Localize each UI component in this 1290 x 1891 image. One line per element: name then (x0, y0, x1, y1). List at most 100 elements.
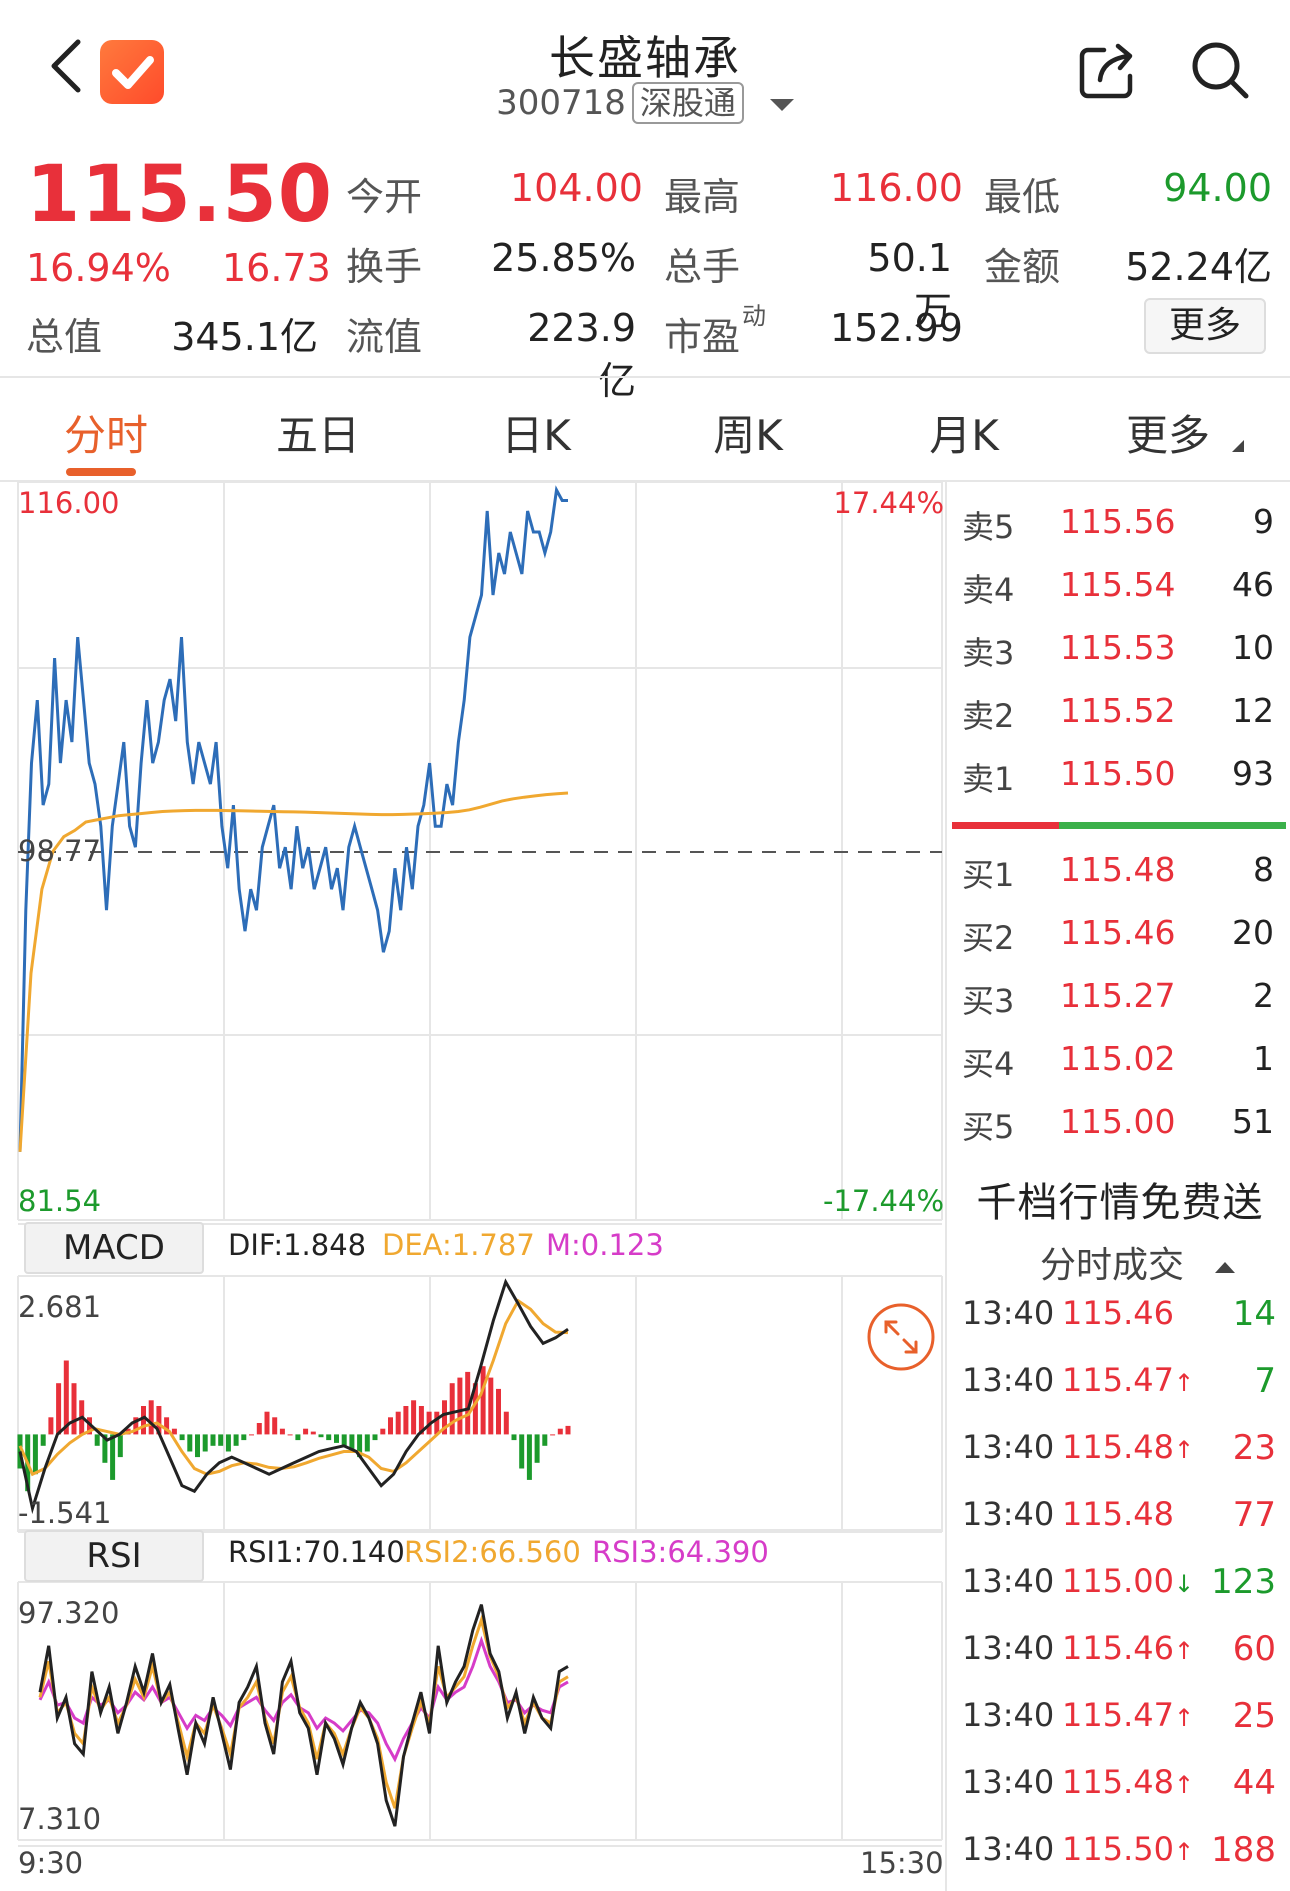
macd-histogram-bar (334, 1434, 339, 1443)
macd-histogram-bar (480, 1366, 486, 1435)
asks-level-label: 卖2 (962, 697, 1015, 735)
bids-level-price[interactable]: 115.46 (1060, 913, 1175, 952)
trade-price-value: 115.46 (1062, 1294, 1174, 1332)
trade-price-value: 115.47 (1062, 1696, 1174, 1734)
tab-2[interactable]: 日K (436, 402, 636, 463)
macd-histogram-bar (225, 1434, 231, 1452)
trade-volume: 188 (1211, 1830, 1276, 1870)
macd-histogram-bar (341, 1434, 347, 1446)
quote-field-label: 金额 (984, 245, 1061, 289)
asks-level-label: 卖1 (962, 760, 1015, 798)
bids-level-volume: 8 (1253, 850, 1274, 889)
macd-dea-line (18, 1298, 569, 1477)
macd-histogram-bar (202, 1434, 208, 1452)
trades-header-label: 分时成交 (1040, 1245, 1185, 1286)
macd-histogram-bar (179, 1434, 185, 1441)
macd-histogram-bar (195, 1434, 200, 1458)
bids-level-price[interactable]: 115.27 (1060, 976, 1175, 1015)
macd-histogram-bar (233, 1434, 239, 1446)
rsi3-line (38, 1635, 569, 1763)
trade-price-value: 115.48 (1062, 1763, 1174, 1801)
trade-price-value: 115.48 (1062, 1428, 1174, 1466)
macd-histogram-bar (565, 1425, 571, 1435)
trade-time: 13:40 (962, 1562, 1055, 1600)
asks-level-price[interactable]: 115.54 (1060, 565, 1175, 604)
tab-1[interactable]: 五日 (218, 402, 418, 463)
trade-volume: 23 (1232, 1428, 1276, 1468)
macd-dea-value: DEA:1.787 (382, 1228, 535, 1262)
bids-level-volume: 1 (1253, 1039, 1274, 1078)
bids-level-price[interactable]: 115.02 (1060, 1039, 1175, 1078)
macd-dif-line (18, 1278, 569, 1515)
macd-histogram-bar (411, 1400, 417, 1435)
macd-histogram-bar (503, 1411, 509, 1435)
macd-histogram-bar (310, 1431, 316, 1435)
macd-histogram-bar (187, 1434, 193, 1452)
macd-histogram-bar (434, 1411, 440, 1435)
quote-field-label: 总手 (664, 245, 741, 289)
quote-field-value: 104.00 (510, 166, 643, 210)
macd-histogram-bar (56, 1383, 62, 1435)
search-icon[interactable] (1188, 38, 1252, 102)
quote-field-value: 116.00 (830, 166, 963, 210)
macd-histogram-bar (241, 1434, 247, 1441)
macd-histogram-bar (256, 1423, 262, 1435)
trade-price: 115.46 (1062, 1294, 1174, 1332)
pct-axis-max: 17.44% (833, 486, 944, 520)
tab-0[interactable]: 分时 (6, 402, 206, 463)
quote-field-value: 223.9亿 (527, 306, 636, 403)
trade-volume: 77 (1232, 1495, 1276, 1535)
caret-up-icon (1215, 1261, 1236, 1273)
macd-histogram-bar (210, 1434, 216, 1446)
quote-field-value: 94.00 (1163, 166, 1272, 210)
price-change: 16.73 (222, 246, 331, 290)
trade-price-value: 115.46 (1062, 1629, 1174, 1667)
bids-level-volume: 51 (1232, 1102, 1274, 1141)
connect-tag: 深股通 (631, 82, 744, 124)
last-price: 115.50 (26, 150, 333, 240)
macd-axis-min: -1.541 (18, 1496, 112, 1530)
rsi2-value: RSI2:66.560 (404, 1535, 581, 1569)
rsi-axis-min: 7.310 (18, 1802, 102, 1836)
trade-volume: 25 (1232, 1696, 1276, 1736)
tab-5[interactable]: 更多 (1068, 402, 1268, 463)
macd-histogram-bar (171, 1428, 177, 1435)
asks-level-price[interactable]: 115.52 (1060, 691, 1175, 730)
chevron-down-icon[interactable] (769, 98, 794, 111)
promo-banner[interactable]: 千档行情免费送 (960, 1170, 1280, 1228)
rsi-indicator-tab[interactable]: RSI (24, 1530, 204, 1582)
asks-level-volume: 46 (1232, 565, 1274, 604)
trade-time: 13:40 (962, 1361, 1055, 1399)
price-axis-max: 116.00 (18, 486, 120, 520)
asks-level-price[interactable]: 115.56 (1060, 502, 1175, 541)
macd-histogram-bar (249, 1434, 254, 1436)
macd-histogram-bar (32, 1434, 38, 1475)
share-icon[interactable] (1078, 40, 1140, 102)
macd-dif-value: DIF:1.848 (228, 1228, 367, 1262)
asks-level-price[interactable]: 115.53 (1060, 628, 1175, 667)
bids-level-price[interactable]: 115.48 (1060, 850, 1175, 889)
time-axis-end: 15:30 (860, 1846, 944, 1880)
asks-level-label: 卖5 (962, 508, 1015, 546)
time-axis-start: 9:30 (18, 1846, 84, 1880)
macd-histogram-bar (218, 1434, 224, 1446)
bids-level-price[interactable]: 115.00 (1060, 1102, 1175, 1141)
tab-more-caret-icon[interactable] (1232, 440, 1244, 452)
more-quote-button[interactable]: 更多 (1144, 298, 1266, 354)
expand-chart-icon[interactable] (866, 1302, 936, 1372)
asks-level-price[interactable]: 115.50 (1060, 754, 1175, 793)
trade-price: 115.48 (1062, 1495, 1174, 1533)
macd-histogram-bar (496, 1388, 501, 1435)
tab-3[interactable]: 周K (648, 402, 848, 463)
quote-field-value: 25.85% (491, 236, 636, 280)
macd-histogram-bar (264, 1411, 270, 1435)
divider (0, 376, 1290, 378)
bids-level-label: 买1 (962, 856, 1015, 894)
trade-time: 13:40 (962, 1763, 1055, 1801)
trades-header[interactable]: 分时成交 (1040, 1236, 1236, 1288)
tab-4[interactable]: 月K (864, 402, 1064, 463)
quote-field-label: 流值 (346, 315, 423, 359)
macd-indicator-tab[interactable]: MACD (24, 1222, 204, 1274)
trade-price-value: 115.48 (1062, 1495, 1174, 1533)
macd-histogram-bar (364, 1434, 370, 1452)
